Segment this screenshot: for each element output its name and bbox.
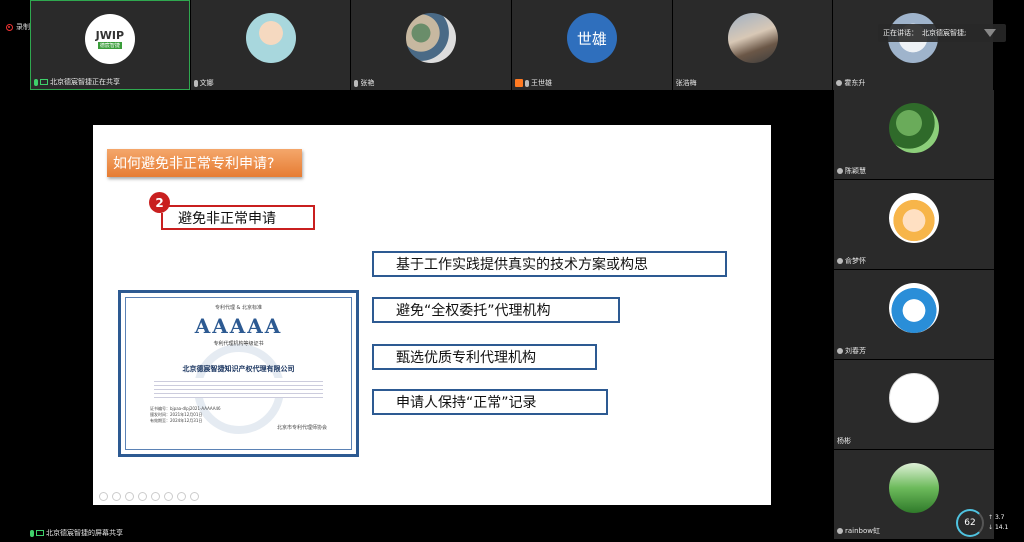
zoom-icon[interactable] — [151, 492, 160, 501]
camera-icon[interactable] — [177, 492, 186, 501]
stage-owner: 北京德宸智捷的屏幕共享 — [46, 529, 123, 537]
certificate-issuer: 北京市专利代理师协会 — [276, 425, 327, 431]
stage-nameplate: 北京德宸智捷的屏幕共享 — [30, 528, 123, 538]
logo-text: JWIP — [95, 28, 125, 42]
participant-tile[interactable]: 张浩梅 — [672, 0, 833, 90]
avatar — [406, 13, 457, 63]
speaking-prefix: 正在讲话： — [883, 29, 918, 37]
mic-icon — [30, 529, 34, 537]
certificate-meta: 证书编号：bjpaa-dlpj2021-AAAAA46 颁发时间：2021年12… — [150, 406, 221, 424]
participant-tile[interactable]: 世雄 王世雄 — [512, 0, 672, 90]
host-icon — [515, 79, 524, 87]
participant-name: 文娜 — [199, 79, 214, 87]
avatar — [889, 463, 939, 513]
participant-tile[interactable]: 俞梦怀 — [834, 180, 994, 269]
user-icon — [837, 168, 843, 174]
logo-tag: 德宸智捷 — [97, 41, 122, 49]
mic-icon — [34, 78, 38, 86]
speaking-name: 北京德宸智捷; — [922, 29, 967, 37]
step-number: 2 — [149, 192, 170, 213]
certificate-grade: AAAAA — [194, 314, 283, 338]
participant-nameplate: 文娜 — [193, 78, 214, 88]
user-icon — [836, 80, 843, 86]
avatar — [889, 193, 939, 243]
avatar — [727, 13, 778, 63]
user-icon — [837, 258, 843, 264]
participant-nameplate: 张艳 — [354, 78, 374, 88]
point-box: 避免“全权委托”代理机构 — [372, 297, 620, 323]
record-icon — [6, 23, 13, 31]
participant-name: 杨彬 — [837, 437, 851, 445]
point-box: 甄选优质专利代理机构 — [372, 344, 597, 370]
right-participant-column: 陈颖慧 俞梦怀 刘春芳 杨彬 rainbow虹 — [834, 90, 994, 542]
participant-nameplate: 俞梦怀 — [837, 256, 866, 266]
certificate-body-text — [154, 378, 323, 398]
participant-name: 王世雄 — [531, 79, 553, 87]
avatar — [245, 13, 296, 63]
participant-tile[interactable]: 文娜 — [190, 0, 351, 90]
participant-tile[interactable]: 刘春芳 — [834, 270, 994, 359]
participant-tile[interactable]: 杨彬 — [834, 360, 994, 449]
screen-share-icon — [36, 530, 44, 536]
pointer-icon[interactable] — [138, 492, 147, 501]
slide-title: 如何避免非正常专利申请? — [107, 149, 302, 177]
point-box: 申请人保持“正常”记录 — [372, 389, 608, 415]
participant-name: 张浩梅 — [675, 79, 697, 87]
network-status[interactable]: 62 ↑ 3.7 ↓ 14.1 — [956, 507, 1022, 539]
network-rates: ↑ 3.7 ↓ 14.1 — [988, 514, 1009, 531]
participant-nameplate: 杨彬 — [837, 436, 851, 446]
certificate-image: 专利代理 & 北京标准 AAAAA 专利代理机构等级证书 北京德宸智捷知识产权代… — [118, 290, 359, 457]
grid-icon[interactable] — [164, 492, 173, 501]
slide-toolbar — [99, 492, 199, 501]
certificate-meta-line: 有效期至：2024年12月31日 — [150, 418, 203, 423]
participant-name: 陈颖慧 — [845, 167, 866, 175]
user-icon — [837, 348, 843, 354]
mic-icon — [193, 79, 198, 87]
participant-name: 俞梦怀 — [845, 257, 866, 265]
participant-tile[interactable]: 张艳 — [351, 0, 512, 90]
participant-tile[interactable]: 霍东升 — [833, 0, 994, 90]
screen-share-icon — [40, 79, 48, 85]
certificate-header: 专利代理 & 北京标准 — [214, 305, 263, 311]
participant-name: rainbow虹 — [845, 527, 880, 535]
download-rate: 14.1 — [994, 524, 1009, 531]
next-slide-icon[interactable] — [112, 492, 121, 501]
participant-name: 张艳 — [360, 79, 375, 87]
participant-nameplate: 刘春芳 — [837, 346, 866, 356]
participant-nameplate: rainbow虹 — [837, 526, 880, 536]
avatar — [889, 373, 939, 423]
avatar: 世雄 — [566, 13, 617, 63]
pen-icon[interactable] — [125, 492, 134, 501]
participant-name: 刘春芳 — [845, 347, 866, 355]
user-icon — [837, 528, 843, 534]
certificate-subtitle: 专利代理机构等级证书 — [213, 341, 264, 347]
avatar: JWIP 德宸智捷 — [84, 14, 135, 64]
screen-share-stage: 如何避免非正常专利申请? 避免非正常申请 2 专利代理 & 北京标准 AAAAA… — [30, 90, 834, 531]
participant-nameplate: 张浩梅 — [676, 78, 697, 88]
more-icon[interactable] — [190, 492, 199, 501]
prev-slide-icon[interactable] — [99, 492, 108, 501]
upload-rate: 3.7 — [994, 514, 1005, 521]
participant-nameplate: 陈颖慧 — [837, 166, 866, 176]
top-participant-strip: JWIP 德宸智捷 北京德宸智捷正在共享 文娜 张艳 世雄 王世雄 张浩梅 霍东… — [30, 0, 994, 90]
participant-tile[interactable]: 陈颖慧 — [834, 90, 994, 179]
participant-nameplate: 王世雄 — [515, 78, 552, 88]
certificate-frame: 专利代理 & 北京标准 AAAAA 专利代理机构等级证书 北京德宸智捷知识产权代… — [125, 297, 352, 450]
collapse-icon[interactable] — [984, 29, 996, 37]
presentation-slide: 如何避免非正常专利申请? 避免非正常申请 2 专利代理 & 北京标准 AAAAA… — [93, 125, 771, 505]
participant-nameplate: 北京德宸智捷正在共享 — [34, 77, 120, 87]
mic-icon — [354, 79, 359, 87]
avatar — [889, 283, 939, 333]
participant-tile[interactable]: JWIP 德宸智捷 北京德宸智捷正在共享 — [30, 0, 190, 90]
participant-nameplate: 霍东升 — [836, 78, 865, 88]
avatar — [889, 103, 939, 153]
speaking-indicator: 正在讲话： 北京德宸智捷; — [878, 24, 1006, 42]
step-title: 避免非正常申请 — [161, 205, 315, 230]
mic-icon — [525, 79, 530, 87]
participant-name: 霍东升 — [844, 79, 866, 87]
network-quality-gauge: 62 — [956, 509, 984, 537]
participant-name: 北京德宸智捷正在共享 — [50, 78, 120, 86]
certificate-company: 北京德宸智捷知识产权代理有限公司 — [182, 364, 295, 373]
point-box: 基于工作实践提供真实的技术方案或构思 — [372, 251, 727, 277]
